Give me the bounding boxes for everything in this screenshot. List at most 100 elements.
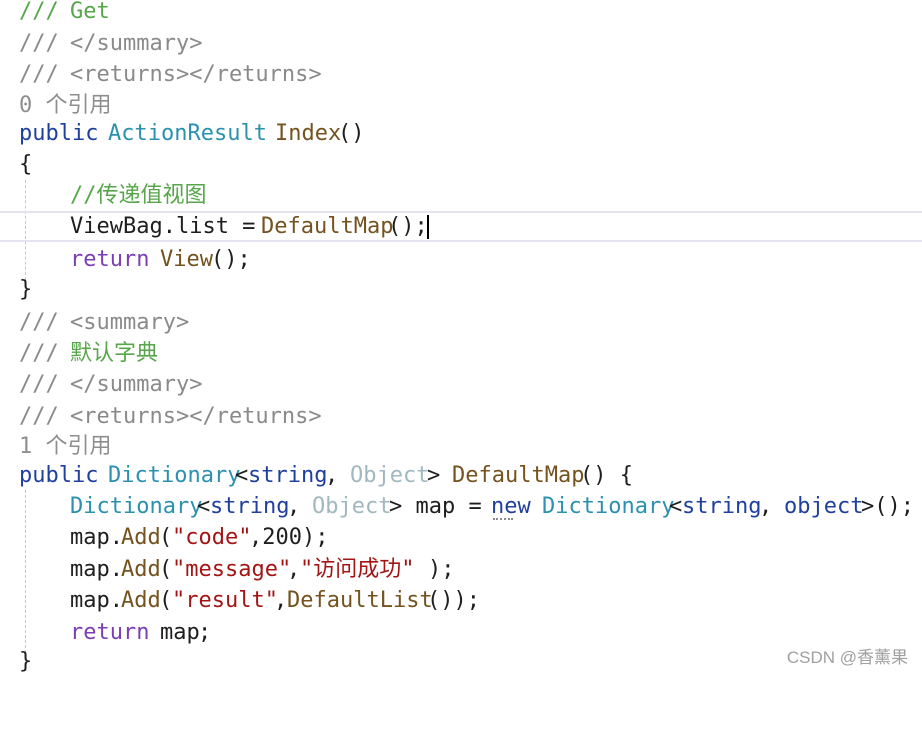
method-name: Add	[121, 557, 161, 582]
code-line[interactable]: /// <returns></returns>	[0, 59, 922, 90]
punctuation: ,200);	[249, 525, 329, 550]
comment-prefix: ///	[19, 404, 72, 429]
code-line[interactable]: }	[0, 274, 922, 305]
punctuation: ());	[427, 588, 480, 613]
method-name: Add	[121, 525, 161, 550]
codelens-references[interactable]: 0 个引用	[19, 90, 112, 121]
code-line[interactable]: Dictionary < string, Object > map = new Dic…	[0, 491, 922, 522]
punctuation: (	[159, 525, 173, 550]
identifier: map	[160, 620, 200, 645]
string-literal: "message"	[172, 557, 292, 582]
code-line[interactable]: map. Add("message", "访问成功");	[0, 554, 922, 585]
codelens-line[interactable]: 1 个引用	[0, 431, 922, 462]
code-line[interactable]: public Dictionary < string, Object > Defaul…	[0, 460, 922, 491]
identifier: map.	[70, 525, 123, 550]
comment-prefix: ///	[19, 31, 72, 56]
code-line[interactable]: {	[0, 149, 922, 180]
punctuation: (	[159, 588, 173, 613]
method-name: Add	[121, 588, 161, 613]
punctuation: ,	[325, 463, 352, 488]
comment-prefix: ///	[19, 310, 72, 335]
statement: ViewBag.list =	[70, 214, 269, 239]
comment-text: //传递值视图	[70, 183, 207, 208]
punctuation: <	[669, 494, 683, 519]
keyword-string: string	[210, 494, 290, 519]
punctuation: ,	[274, 588, 288, 613]
codelens-references[interactable]: 1 个引用	[19, 431, 112, 462]
current-line[interactable]: ViewBag.list = DefaultMap ();	[0, 211, 922, 242]
close-brace: }	[19, 649, 33, 674]
codelens-line[interactable]: 0 个引用	[0, 90, 922, 121]
code-line[interactable]: map. Add("code" ,200);	[0, 522, 922, 553]
punctuation: () {	[580, 463, 633, 488]
punctuation: ,	[287, 557, 301, 582]
xml-doc-tag: </summary>	[70, 31, 203, 56]
keyword-public: public	[19, 121, 112, 146]
method-name: Index	[275, 121, 342, 146]
type-name: Object	[312, 494, 392, 519]
code-line[interactable]: /// 默认字典	[0, 338, 922, 369]
type-name: ActionResult	[108, 121, 281, 146]
keyword-string: string	[248, 463, 328, 488]
code-line[interactable]: public ActionResult Index()	[0, 118, 922, 149]
keyword-string: string	[682, 494, 762, 519]
code-line[interactable]: /// </summary>	[0, 28, 922, 59]
code-editor[interactable]: /// Get /// </summary> /// <returns></re…	[0, 0, 922, 676]
keyword-return: return	[70, 620, 163, 645]
punctuation	[529, 491, 542, 522]
suggestion-squiggle[interactable]	[493, 515, 513, 520]
type-name: Object	[350, 463, 430, 488]
type-name: Dictionary	[542, 494, 675, 519]
method-name: DefaultList	[287, 588, 433, 613]
comment-prefix: ///	[19, 341, 72, 366]
string-literal: "访问成功"	[300, 557, 415, 582]
method-name: View	[160, 247, 213, 272]
method-name: DefaultMap	[261, 214, 394, 239]
punctuation: (	[159, 557, 173, 582]
comment-prefix: ///	[19, 62, 72, 87]
code-line[interactable]: /// <returns></returns>	[0, 401, 922, 432]
watermark: CSDN @香薰果	[786, 648, 908, 667]
punctuation: <	[235, 463, 249, 488]
comment-prefix: ///	[19, 0, 72, 24]
comment-text: Get	[70, 0, 110, 24]
text-caret	[427, 215, 429, 239]
comment-text: 默认字典	[70, 341, 159, 366]
code-line[interactable]: }	[0, 646, 922, 677]
code-line[interactable]: /// </summary>	[0, 369, 922, 400]
xml-doc-tag: <returns></returns>	[70, 404, 322, 429]
xml-doc-tag: <returns></returns>	[70, 62, 322, 87]
punctuation: <	[197, 494, 211, 519]
code-line[interactable]: return map;	[0, 617, 922, 648]
punctuation: >();	[861, 494, 914, 519]
type-name: Dictionary	[108, 463, 241, 488]
punctuation: ;	[198, 620, 212, 645]
keyword-return: return	[70, 247, 163, 272]
code-line[interactable]: /// Get	[0, 0, 922, 27]
code-line[interactable]: /// <summary>	[0, 307, 922, 338]
punctuation: );	[428, 557, 455, 582]
code-line[interactable]: //传递值视图	[0, 180, 922, 211]
comment-prefix: ///	[19, 372, 72, 397]
punctuation: ();	[388, 214, 428, 239]
xml-doc-tag: <summary>	[70, 310, 190, 335]
identifier: map.	[70, 557, 123, 582]
xml-doc-tag: </summary>	[70, 372, 203, 397]
punctuation: ();	[211, 247, 251, 272]
string-literal: "result"	[172, 588, 278, 613]
identifier: map.	[70, 588, 123, 613]
punctuation: ,	[759, 494, 786, 519]
string-literal: "code"	[172, 525, 252, 550]
open-brace: {	[19, 152, 33, 177]
keyword-object: object	[784, 494, 864, 519]
close-brace: }	[19, 277, 33, 302]
code-line[interactable]: map. Add("result", DefaultList ());	[0, 585, 922, 616]
type-name: Dictionary	[70, 494, 203, 519]
statement: > map =	[389, 494, 495, 519]
keyword-public: public	[19, 463, 112, 488]
punctuation: >	[427, 463, 454, 488]
punctuation: ,	[287, 494, 314, 519]
method-name: DefaultMap	[452, 463, 585, 488]
punctuation: ()	[338, 121, 365, 146]
code-line[interactable]: return View ();	[0, 244, 922, 275]
